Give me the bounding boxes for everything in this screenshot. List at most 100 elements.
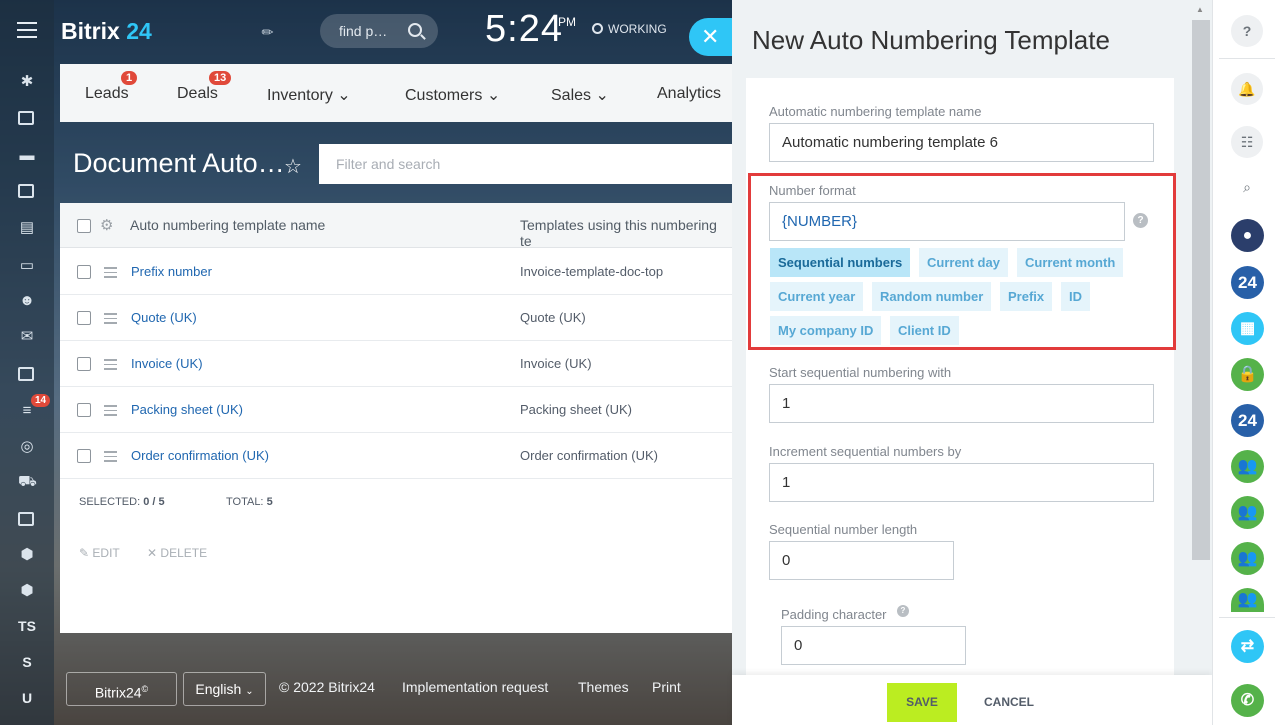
document-icon[interactable]: ▤ [18, 219, 36, 237]
help-icon[interactable]: ? [1231, 15, 1263, 47]
menu-item-u[interactable]: U [0, 690, 54, 706]
drag-handle-icon[interactable] [104, 267, 117, 281]
column-header-templates[interactable]: Templates using this numbering te [520, 217, 732, 249]
nav-leads[interactable]: Leads [85, 85, 129, 103]
bitrix-logo[interactable]: Bitrix 24 [61, 18, 152, 45]
cancel-button[interactable]: CANCEL [979, 683, 1039, 722]
grid-header: ⚙ Auto numbering template name Templates… [60, 203, 732, 249]
row-templates: Order confirmation (UK) [520, 448, 658, 463]
phone-icon[interactable]: ✆ [1231, 684, 1264, 717]
language-selector[interactable]: English ⌄ [183, 672, 266, 706]
star-icon[interactable]: ☆ [284, 154, 302, 179]
drive-icon[interactable]: ▭ [18, 257, 36, 275]
column-header-name[interactable]: Auto numbering template name [130, 217, 325, 233]
length-label: Sequential number length [769, 522, 918, 537]
length-input[interactable]: 0 [769, 541, 954, 580]
row-name-link[interactable]: Invoice (UK) [131, 356, 203, 371]
table-row[interactable]: Quote (UK) Quote (UK) [60, 295, 732, 341]
table-row[interactable]: Prefix number Invoice-template-doc-top [60, 249, 732, 295]
tasks-icon[interactable] [18, 111, 34, 125]
nav-customers[interactable]: Customers ⌄ [405, 85, 500, 105]
bell-icon[interactable]: 🔔 [1231, 73, 1263, 105]
save-button[interactable]: SAVE [887, 683, 957, 722]
chat-icon[interactable]: ▬ [18, 147, 36, 165]
themes-link[interactable]: Themes [578, 679, 629, 695]
row-checkbox[interactable] [77, 403, 91, 417]
avatar[interactable]: ● [1231, 219, 1264, 252]
table-row[interactable]: Order confirmation (UK) Order confirmati… [60, 433, 732, 479]
edit-action[interactable]: ✎ EDIT [79, 546, 120, 560]
calendar-icon[interactable]: ▦ [1231, 312, 1264, 345]
lock-icon[interactable]: 🔒 [1231, 358, 1264, 391]
implementation-request-link[interactable]: Implementation request [402, 679, 548, 695]
increment-input[interactable]: 1 [769, 463, 1154, 502]
package-icon[interactable]: ⬢ [18, 582, 36, 600]
cart-icon[interactable]: ⛟ [18, 473, 37, 491]
drag-handle-icon[interactable] [104, 451, 117, 465]
start-input[interactable]: 1 [769, 384, 1154, 423]
search-icon[interactable]: ⌕ [1231, 171, 1263, 203]
menu-item-s[interactable]: S [0, 654, 54, 670]
drag-handle-icon[interactable] [104, 313, 117, 327]
bitrix24-icon[interactable]: 24 [1231, 266, 1264, 299]
row-checkbox[interactable] [77, 357, 91, 371]
table-row[interactable]: Packing sheet (UK) Packing sheet (UK) [60, 387, 732, 433]
contacts-icon[interactable]: ☻ [18, 292, 36, 310]
row-name-link[interactable]: Order confirmation (UK) [131, 448, 269, 463]
nav-sales[interactable]: Sales ⌄ [551, 85, 609, 105]
group-icon[interactable]: 👥 [1231, 542, 1264, 575]
select-all-checkbox[interactable] [77, 219, 91, 233]
group-icon[interactable]: 👥 [1231, 496, 1264, 529]
scroll-up-icon[interactable]: ▲ [1196, 5, 1204, 14]
nav-analytics[interactable]: Analytics [657, 85, 721, 103]
nav-inventory[interactable]: Inventory ⌄ [267, 85, 351, 105]
clock-time[interactable]: 5:24 [485, 8, 563, 51]
row-checkbox[interactable] [77, 449, 91, 463]
filter-input[interactable]: Filter and search [336, 156, 440, 172]
cube-icon[interactable]: ⬢ [18, 546, 36, 564]
chat-bubble-icon[interactable]: ☷ [1231, 126, 1263, 158]
total-value: 5 [266, 496, 273, 508]
group-icon[interactable]: 👥 [1231, 450, 1264, 483]
help-icon[interactable]: ? [897, 605, 909, 617]
row-checkbox[interactable] [77, 265, 91, 279]
row-name-link[interactable]: Quote (UK) [131, 310, 197, 325]
menu-item-ts[interactable]: TS [0, 618, 54, 634]
table-row[interactable]: Invoice (UK) Invoice (UK) [60, 341, 732, 387]
search-input[interactable]: find p… [339, 23, 387, 39]
padding-input[interactable]: 0 [781, 626, 966, 665]
start-label: Start sequential numbering with [769, 365, 952, 380]
nav-deals[interactable]: Deals [177, 85, 218, 103]
contact-card-icon[interactable] [18, 512, 34, 526]
left-menu: ✱ ▬ ▤ ▭ ☻ ✉ ≡ 14 ◎ ⛟ ⬢ ⬢ TS S U [0, 0, 54, 725]
checklist-icon[interactable] [18, 367, 34, 381]
transfer-icon[interactable]: ⇄ [1231, 630, 1264, 663]
search-icon[interactable] [408, 23, 422, 37]
calendar-icon[interactable] [18, 184, 34, 198]
menu-icon[interactable] [17, 22, 37, 38]
gear-icon[interactable]: ⚙ [100, 216, 113, 234]
chevron-down-icon: ⌄ [595, 87, 609, 104]
target-icon[interactable]: ◎ [18, 438, 36, 456]
footer-logo[interactable]: Bitrix24© [66, 672, 177, 706]
template-name-input[interactable]: Automatic numbering template 6 [769, 123, 1154, 162]
bitrix24-icon[interactable]: 24 [1231, 404, 1264, 437]
chevron-down-icon: ⌄ [486, 87, 501, 104]
filter-search[interactable]: Filter and search [319, 144, 732, 184]
print-link[interactable]: Print [652, 679, 681, 695]
group-icon[interactable]: 👥 [1231, 588, 1264, 612]
scrollbar[interactable] [1192, 20, 1210, 560]
row-checkbox[interactable] [77, 311, 91, 325]
row-name-link[interactable]: Prefix number [131, 264, 212, 279]
numbering-form: Automatic numbering template name Automa… [746, 78, 1174, 678]
mail-icon[interactable]: ✉ [18, 328, 36, 346]
search-box[interactable]: find p… [320, 14, 438, 48]
row-templates: Packing sheet (UK) [520, 402, 632, 417]
drag-handle-icon[interactable] [104, 405, 117, 419]
feed-icon[interactable]: ✱ [18, 73, 36, 91]
row-name-link[interactable]: Packing sheet (UK) [131, 402, 243, 417]
work-status[interactable]: WORKING [592, 22, 667, 36]
drag-handle-icon[interactable] [104, 359, 117, 373]
delete-action[interactable]: ✕ DELETE [147, 546, 207, 560]
clock-ampm: PM [558, 15, 576, 29]
